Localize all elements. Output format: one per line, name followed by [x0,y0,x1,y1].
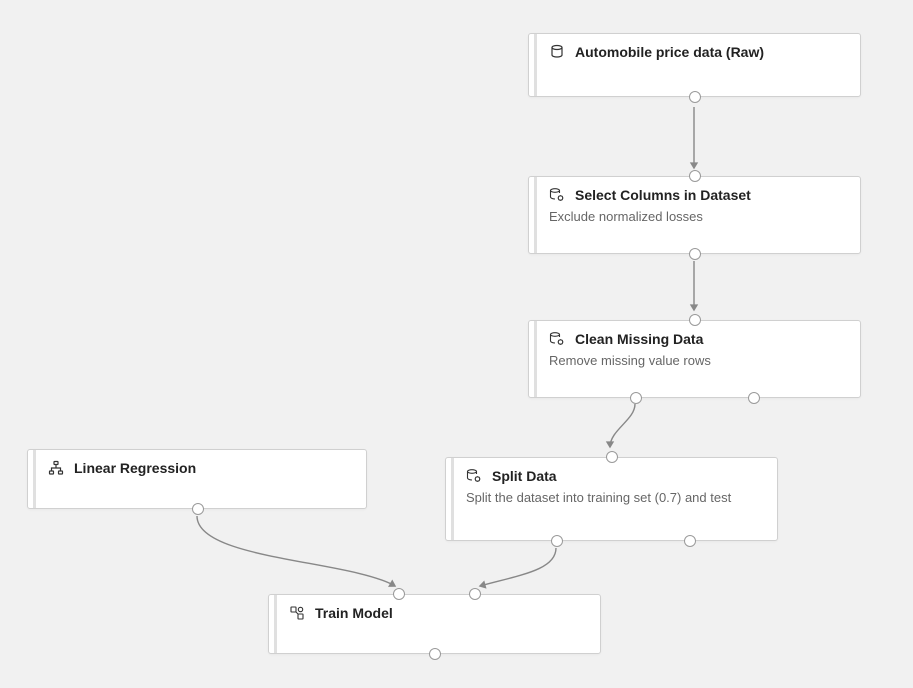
node-dataset[interactable]: Automobile price data (Raw) [528,33,861,97]
input-port[interactable] [689,170,701,182]
node-title: Select Columns in Dataset [575,187,751,203]
output-port-1[interactable] [551,535,563,547]
node-subtitle: Remove missing value rows [549,353,846,368]
output-port-2[interactable] [684,535,696,547]
database-gear-icon [549,187,565,203]
input-port-2[interactable] [469,588,481,600]
node-clean-missing[interactable]: Clean Missing Data Remove missing value … [528,320,861,398]
node-subtitle: Exclude normalized losses [549,209,846,224]
output-port[interactable] [192,503,204,515]
node-select-columns[interactable]: Select Columns in Dataset Exclude normal… [528,176,861,254]
node-subtitle: Split the dataset into training set (0.7… [466,490,763,505]
node-title: Train Model [315,605,393,621]
model-icon [289,605,305,621]
node-title: Clean Missing Data [575,331,703,347]
output-port[interactable] [689,248,701,260]
output-port-1[interactable] [630,392,642,404]
database-icon [549,44,565,60]
node-title: Split Data [492,468,557,484]
node-title: Linear Regression [74,460,196,476]
node-title: Automobile price data (Raw) [575,44,764,60]
output-port[interactable] [429,648,441,660]
flow-icon [48,460,64,476]
pipeline-canvas[interactable]: Automobile price data (Raw) Select Colum… [0,0,913,688]
output-port[interactable] [689,91,701,103]
node-linear-regression[interactable]: Linear Regression [27,449,367,509]
output-port-2[interactable] [748,392,760,404]
input-port-1[interactable] [393,588,405,600]
database-gear-icon [466,468,482,484]
input-port[interactable] [606,451,618,463]
database-gear-icon [549,331,565,347]
node-split-data[interactable]: Split Data Split the dataset into traini… [445,457,778,541]
input-port[interactable] [689,314,701,326]
node-train-model[interactable]: Train Model [268,594,601,654]
